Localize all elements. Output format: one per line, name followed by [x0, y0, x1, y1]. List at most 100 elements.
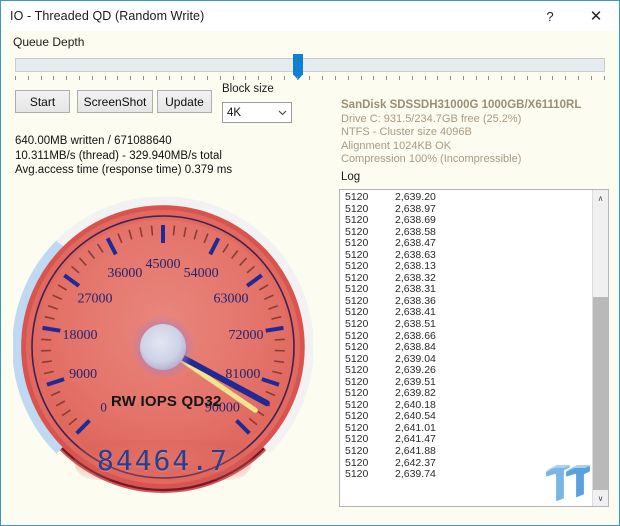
gauge-tick-label: 81000 [225, 367, 260, 382]
slider-tick [258, 76, 260, 80]
slider-tick [206, 76, 208, 80]
drive-info: SanDisk SDSSDH31000G 1000GB/X61110RL Dri… [341, 99, 611, 167]
slider-tick [539, 76, 541, 80]
log-listbox[interactable]: 5120 2,639.20 5120 2,638.97 5120 2,638.69 5120… [339, 189, 609, 507]
slider-tick [334, 76, 336, 80]
gauge-minor-tick [274, 338, 285, 341]
log-row[interactable]: 5120 2,638.47 [345, 238, 592, 250]
log-row[interactable]: 5120 2,638.36 [345, 295, 592, 308]
log-value: 2,638.51 [395, 318, 436, 331]
log-value: 2,639.20 [395, 191, 436, 203]
slider-tick [578, 76, 580, 80]
slider-tick [514, 76, 516, 80]
log-size: 5120 [345, 191, 369, 203]
slider-tick [270, 76, 272, 80]
start-button[interactable]: Start [15, 90, 70, 113]
slider-tick [296, 76, 298, 80]
log-row[interactable]: 5120 2,638.66 [345, 330, 592, 343]
scrollbar-thumb[interactable] [593, 297, 608, 492]
gauge-major-tick [265, 325, 284, 333]
slider-tick [488, 76, 490, 80]
drive-model: SanDisk SDSSDH31000G 1000GB/X61110RL [341, 99, 582, 111]
log-size: 5120 [345, 318, 369, 331]
log-row[interactable]: 5120 2,641.88 [345, 445, 592, 458]
log-row[interactable]: 5120 2,642.37 [345, 457, 592, 470]
slider-tick [104, 76, 106, 80]
log-row[interactable]: 5120 2,639.82 [345, 388, 592, 400]
log-row[interactable]: 5120 2,638.69 [345, 215, 592, 227]
update-button[interactable]: Update [157, 90, 212, 113]
help-button[interactable]: ? [527, 1, 573, 31]
log-row[interactable]: 5120 2,639.74 [345, 469, 592, 481]
log-size: 5120 [345, 468, 369, 481]
slider-tick [15, 76, 16, 80]
screenshot-button[interactable]: ScreenShot [77, 90, 153, 113]
log-row[interactable]: 5120 2,638.84 [345, 342, 592, 354]
stats-access-time: Avg.access time (response time) 0.379 ms [15, 164, 233, 176]
log-row[interactable]: 5120 2,638.51 [345, 318, 592, 331]
slider-tick [552, 76, 554, 80]
gauge-tick-label: 45000 [146, 257, 181, 272]
stats-block: 640.00MB written / 671088640 10.311MB/s … [15, 134, 232, 178]
slider-track[interactable] [15, 58, 605, 72]
log-row[interactable]: 5120 2,639.20 [345, 191, 592, 204]
title-bar: IO - Threaded QD (Random Write) ? ✕ [1, 1, 619, 31]
block-size-select[interactable]: 4K [222, 102, 292, 123]
log-row[interactable]: 5120 2,641.01 [345, 422, 592, 435]
log-row[interactable]: 5120 2,638.63 [345, 249, 592, 262]
io-benchmark-window: IO - Threaded QD (Random Write) ? ✕ Queu… [0, 0, 620, 526]
log-value: 2,638.47 [395, 237, 436, 250]
log-row[interactable]: 5120 2,639.51 [345, 376, 592, 389]
log-row[interactable]: 5120 2,639.04 [345, 353, 592, 366]
log-row[interactable]: 5120 2,641.47 [345, 434, 592, 446]
slider-tick [462, 76, 464, 80]
slider-tick [155, 76, 157, 80]
drive-alignment: Alignment 1024KB OK [341, 139, 452, 152]
scroll-down-icon[interactable]: ∨ [593, 490, 608, 506]
log-row[interactable]: 5120 2,638.97 [345, 203, 592, 216]
slider-tick [437, 76, 439, 80]
drive-capacity: Drive C: 931.5/234.7GB free (25.2%) [341, 112, 522, 125]
slider-tick [283, 76, 285, 80]
log-label: Log [341, 171, 361, 183]
slider-tick [475, 76, 477, 80]
slider-tick [347, 76, 349, 80]
slider-tick [526, 76, 528, 80]
gauge-tick-label: 27000 [78, 292, 113, 307]
stats-throughput: 10.311MB/s (thread) - 329.940MB/s total [15, 149, 222, 162]
gauge-tick-label: 0 [100, 399, 107, 414]
log-size: 5120 [345, 445, 369, 458]
log-row[interactable]: 5120 2,638.13 [345, 261, 592, 273]
slider-tick [398, 76, 400, 80]
log-row[interactable]: 5120 2,640.18 [345, 399, 592, 412]
slider-thumb[interactable] [293, 54, 304, 80]
gauge-minor-tick [172, 225, 176, 236]
slider-tick [501, 76, 503, 80]
slider-tick [53, 76, 55, 80]
log-scrollbar[interactable]: ∧ ∨ [592, 190, 608, 506]
slider-tick [40, 76, 42, 80]
slider-tick [245, 76, 247, 80]
slider-tick [232, 76, 234, 80]
window-controls: ? ✕ [527, 1, 619, 31]
gauge-tick-label: 36000 [107, 266, 142, 281]
scroll-up-icon[interactable]: ∧ [593, 190, 608, 206]
log-row[interactable]: 5120 2,639.26 [345, 365, 592, 377]
gauge-tick-label: 9000 [69, 367, 97, 382]
log-row[interactable]: 5120 2,638.58 [345, 226, 592, 239]
slider-tick [424, 76, 426, 80]
log-size: 5120 [345, 341, 369, 354]
log-row[interactable]: 5120 2,638.31 [345, 284, 592, 296]
close-button[interactable]: ✕ [573, 1, 619, 31]
slider-ticks [15, 76, 605, 82]
log-row[interactable]: 5120 2,638.41 [345, 307, 592, 319]
slider-tick [194, 76, 196, 80]
slider-tick [386, 76, 388, 80]
log-value: 2,641.88 [395, 445, 436, 458]
log-row[interactable]: 5120 2,638.32 [345, 272, 592, 285]
log-row[interactable]: 5120 2,640.54 [345, 411, 592, 423]
drive-filesystem: NTFS - Cluster size 4096B [341, 126, 472, 138]
queue-depth-slider[interactable] [15, 52, 605, 80]
stats-written: 640.00MB written / 671088640 [15, 135, 172, 147]
gauge-tick-label: 54000 [184, 266, 219, 281]
